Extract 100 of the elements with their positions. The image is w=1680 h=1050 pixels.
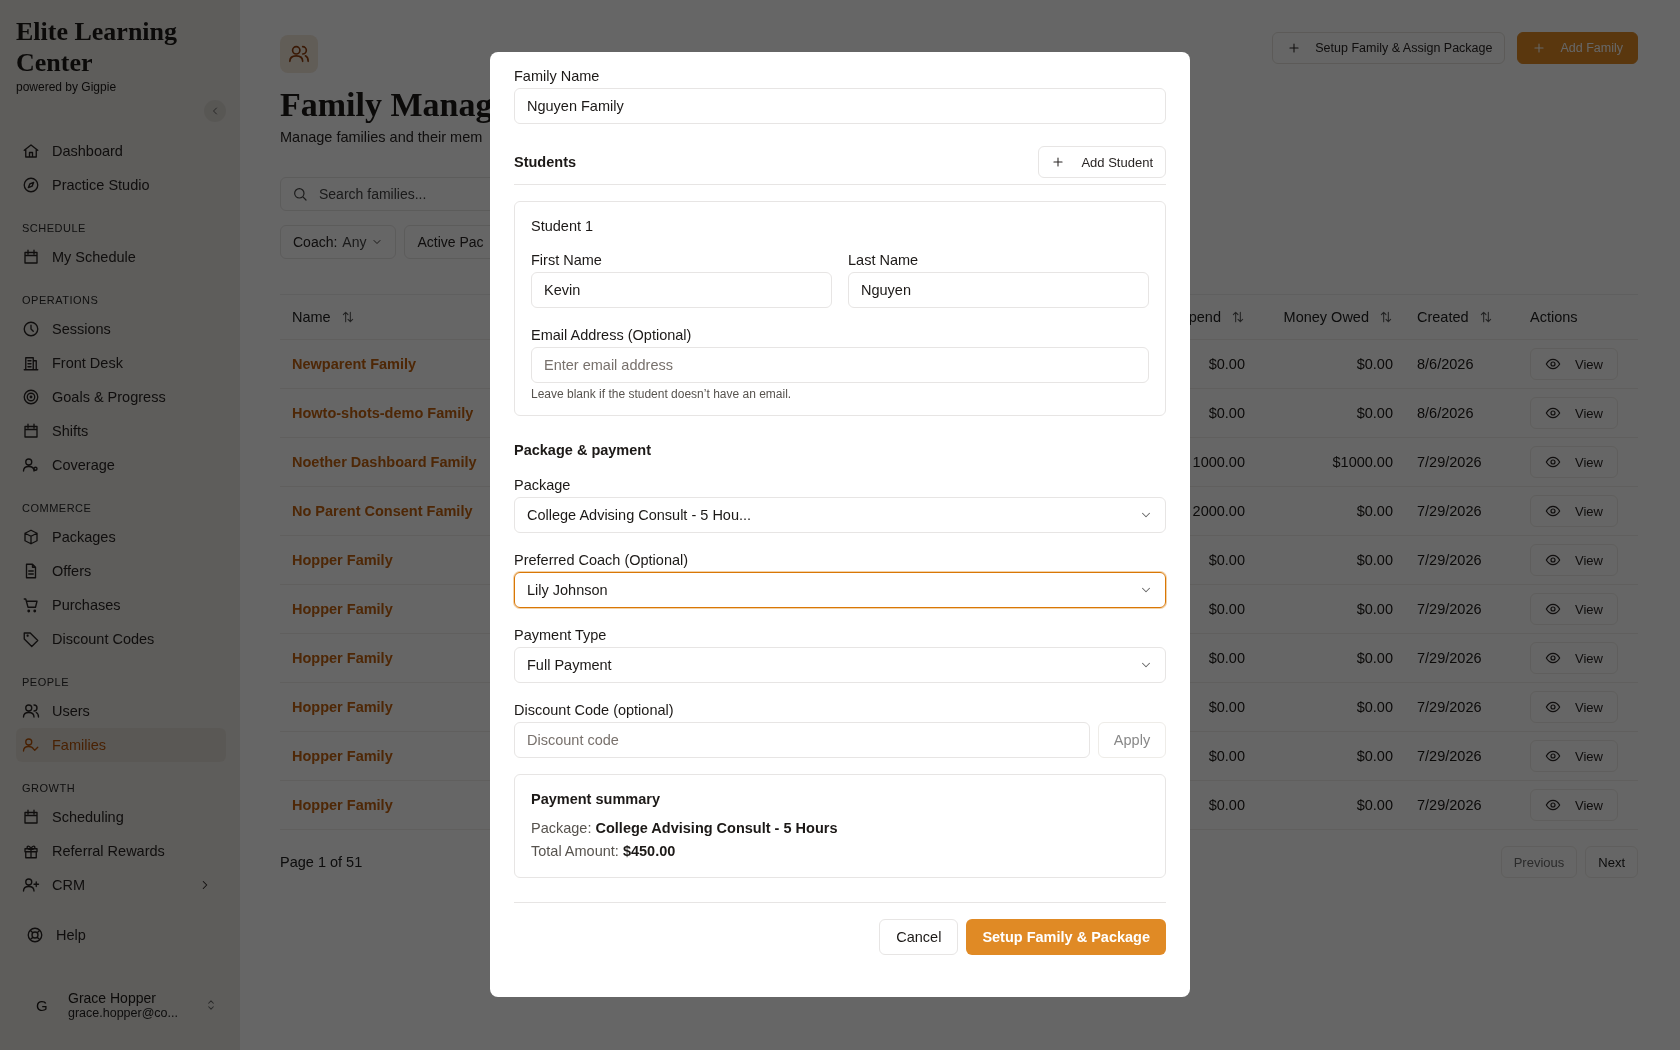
user-menu[interactable]: G Grace Hopper grace.hopper@co... (16, 986, 226, 1020)
brand-name: Elite Learning Center (16, 16, 179, 78)
cancel-button[interactable]: Cancel (879, 919, 959, 955)
view-button[interactable]: View (1530, 740, 1618, 772)
sidebar-item[interactable]: Goals & Progress (16, 380, 226, 414)
money-owed-cell: $0.00 (1356, 797, 1393, 813)
view-button[interactable]: View (1530, 642, 1618, 674)
family-name-input[interactable]: Nguyen Family (514, 88, 1166, 124)
family-name-link[interactable]: No Parent Consent Family (292, 503, 473, 519)
view-button[interactable]: View (1530, 495, 1618, 527)
view-button[interactable]: View (1530, 397, 1618, 429)
family-name-link[interactable]: Hopper Family (292, 748, 393, 764)
calendar-icon (22, 248, 40, 266)
calendar-icon (22, 422, 40, 440)
select-field[interactable]: College Advising Consult - 5 Hou... (514, 497, 1166, 533)
help-link[interactable]: Help (16, 918, 226, 952)
view-button[interactable]: View (1530, 544, 1618, 576)
add-family-button[interactable]: Add Family (1517, 32, 1638, 64)
family-name-link[interactable]: Hopper Family (292, 552, 393, 568)
sidebar-item[interactable]: Referral Rewards (16, 834, 226, 868)
sidebar-item[interactable]: My Schedule (16, 240, 226, 274)
select-field[interactable]: Lily Johnson (514, 572, 1166, 608)
sidebar-item[interactable]: Front Desk (16, 346, 226, 380)
last-name-input[interactable]: Nguyen (848, 272, 1149, 308)
setup-family-button[interactable]: Setup Family & Assign Package (1272, 32, 1506, 64)
first-name-input[interactable]: Kevin (531, 272, 832, 308)
family-name-link[interactable]: Hopper Family (292, 699, 393, 715)
created-date-cell: 8/6/2026 (1417, 356, 1474, 372)
money-owed-cell: $0.00 (1356, 650, 1393, 666)
money-owed-cell: $0.00 (1356, 748, 1393, 764)
filter-button[interactable]: Coach: Any (280, 225, 397, 259)
table-cell: $0.00 (1208, 601, 1245, 617)
sidebar-item[interactable]: Practice Studio (16, 168, 226, 202)
family-name-link[interactable]: Howto-shots-demo Family (292, 405, 474, 421)
view-button[interactable]: View (1530, 691, 1618, 723)
section-heading: GROWTH (22, 782, 77, 794)
plus-icon (1287, 41, 1302, 55)
created-date-cell: 8/6/2026 (1417, 405, 1474, 421)
family-name-link[interactable]: Hopper Family (292, 797, 393, 813)
email-input[interactable]: Enter email address (531, 347, 1149, 383)
view-button[interactable]: View (1530, 348, 1618, 380)
sort-icon[interactable] (1379, 310, 1393, 324)
compass-icon (22, 176, 40, 194)
sidebar-item[interactable]: Families (16, 728, 226, 762)
sidebar-item[interactable]: Scheduling (16, 800, 226, 834)
table-cell: 2000.00 (1192, 503, 1245, 519)
sidebar-item[interactable]: Purchases (16, 588, 226, 622)
sidebar-item[interactable]: Packages (16, 520, 226, 554)
discount-code-input[interactable]: Discount code (514, 722, 1090, 758)
created-date-cell: 7/29/2026 (1417, 748, 1482, 764)
family-name-link[interactable]: Hopper Family (292, 601, 393, 617)
eye-icon (1545, 797, 1561, 813)
view-button[interactable]: View (1530, 446, 1618, 478)
sidebar-item[interactable]: Shifts (16, 414, 226, 448)
field-label: Preferred Coach (Optional) (514, 552, 690, 568)
sort-icon[interactable] (1231, 310, 1245, 324)
family-name-link[interactable]: Hopper Family (292, 650, 393, 666)
page-title: Family Manag (280, 85, 493, 125)
created-date-cell: 7/29/2026 (1417, 454, 1482, 470)
column-header: Money Owed (1283, 309, 1369, 325)
money-owed-cell: $0.00 (1356, 405, 1393, 421)
view-button[interactable]: View (1530, 593, 1618, 625)
collapse-sidebar-button[interactable] (204, 100, 226, 122)
field-label: Last Name (848, 252, 920, 268)
sidebar-item[interactable]: Users (16, 694, 226, 728)
field-hint: Leave blank if the student doesn’t have an email. (531, 387, 793, 401)
table-cell: $0.00 (1208, 356, 1245, 372)
money-owed-cell: $0.00 (1356, 601, 1393, 617)
section-heading: Students (514, 154, 577, 170)
user-email: grace.hopper@co... (68, 1006, 179, 1020)
sort-icon[interactable] (340, 310, 355, 324)
add-student-button[interactable]: Add Student (1038, 146, 1166, 178)
sort-icon[interactable] (1478, 310, 1493, 324)
sidebar-item[interactable]: Offers (16, 554, 226, 588)
table-cell: $0.00 (1208, 699, 1245, 715)
pagination-button[interactable]: Next (1585, 846, 1638, 878)
table-cell: $0.00 (1208, 797, 1245, 813)
family-name-link[interactable]: Noether Dashboard Family (292, 454, 477, 470)
target-icon (22, 388, 40, 406)
submit-button[interactable]: Setup Family & Package (966, 919, 1166, 955)
table-cell: $0.00 (1208, 552, 1245, 568)
sidebar-item[interactable]: CRM (16, 868, 226, 902)
field-label: Package (514, 477, 572, 493)
money-owed-cell: $0.00 (1356, 356, 1393, 372)
section-heading: Package & payment (514, 442, 652, 458)
field-label: First Name (531, 252, 603, 268)
sidebar-item[interactable]: Coverage (16, 448, 226, 482)
column-header: Created (1417, 309, 1469, 325)
sidebar-item[interactable]: Discount Codes (16, 622, 226, 656)
sidebar-item[interactable]: Sessions (16, 312, 226, 346)
plus-icon (1532, 41, 1547, 55)
select-field[interactable]: Full Payment (514, 647, 1166, 683)
family-name-link[interactable]: Newparent Family (292, 356, 417, 372)
user-name: Grace Hopper (68, 990, 157, 1006)
eye-icon (1545, 552, 1561, 568)
sidebar-item[interactable]: Dashboard (16, 134, 226, 168)
people-icon (280, 35, 318, 73)
box-icon (22, 528, 40, 546)
view-button[interactable]: View (1530, 789, 1618, 821)
column-header: Actions (1530, 309, 1578, 325)
